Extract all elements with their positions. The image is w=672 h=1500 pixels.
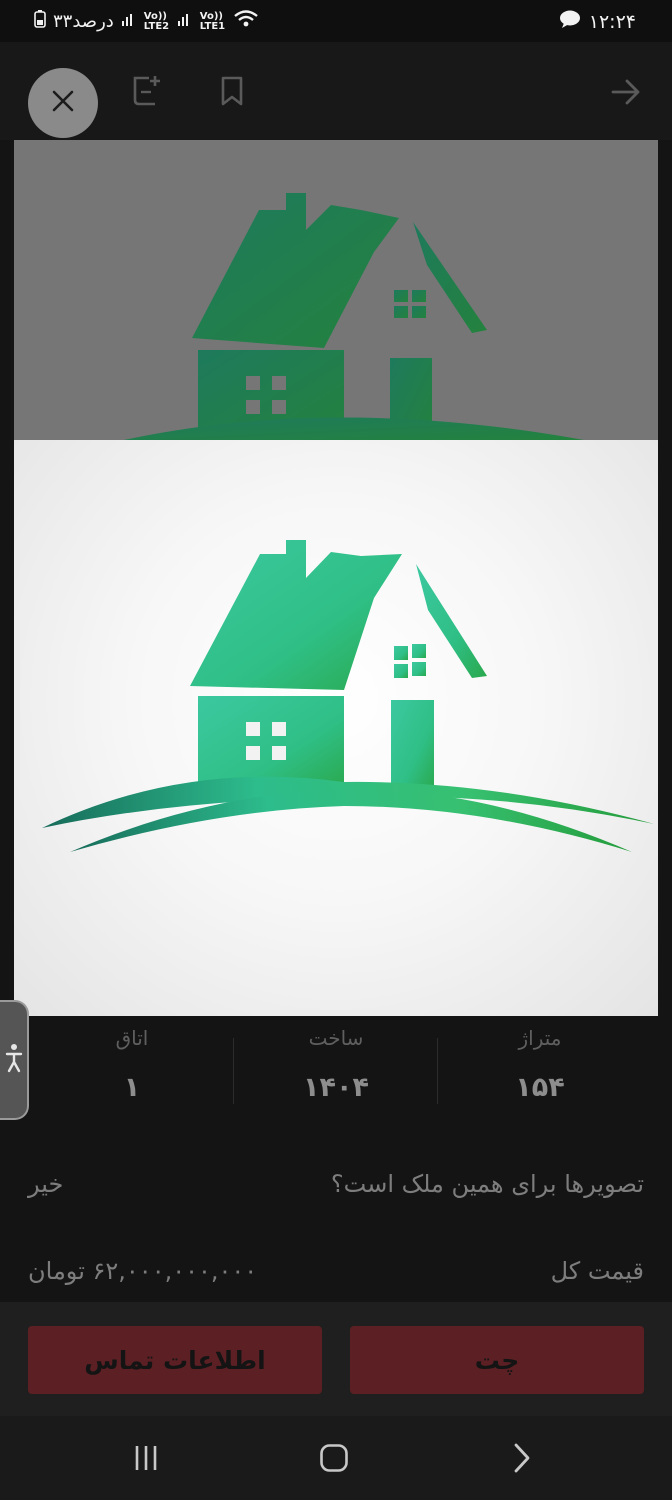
- photos-authentic-row: تصویرها برای همین ملک است؟ خیر: [28, 1170, 644, 1198]
- add-note-icon[interactable]: [128, 70, 164, 110]
- photos-answer-value: خیر: [28, 1170, 64, 1198]
- stat-value: ۱۴۰۴: [303, 1072, 369, 1103]
- battery-text: ۳۳درصد: [53, 11, 114, 32]
- stat-rooms: اتاق ۱: [30, 1016, 234, 1122]
- battery-icon: [34, 10, 46, 33]
- back-button[interactable]: [502, 1440, 542, 1480]
- close-button[interactable]: [28, 68, 98, 138]
- stat-value: ۱: [123, 1072, 141, 1103]
- signal-icon: [177, 11, 193, 32]
- listing-image-dimmed-top: [14, 140, 658, 440]
- stat-label: ساخت: [308, 1026, 364, 1050]
- stat-label: اتاق: [115, 1026, 149, 1050]
- status-left: ۳۳درصد Vo)) LTE2 Vo)) LTE1: [34, 9, 259, 34]
- bookmark-icon[interactable]: [216, 72, 248, 110]
- total-price-value: ۶۲,۰۰۰,۰۰۰,۰۰۰ تومان: [28, 1257, 258, 1285]
- back-arrow-icon[interactable]: [606, 72, 646, 112]
- signal-label-lte1: Vo)) LTE1: [199, 10, 226, 32]
- close-icon: [50, 88, 76, 118]
- stat-build-year: ساخت ۱۴۰۴: [234, 1016, 438, 1122]
- home-icon: [319, 1443, 349, 1477]
- recent-apps-icon: [131, 1444, 161, 1476]
- chevron-right-icon: [511, 1442, 533, 1478]
- system-nav-bar: [0, 1416, 672, 1500]
- stat-value: ۱۵۴: [515, 1072, 565, 1103]
- status-bar: ۳۳درصد Vo)) LTE2 Vo)) LTE1 ۱۲:۲۴: [0, 0, 672, 42]
- stat-label: متراژ: [518, 1026, 562, 1050]
- contact-info-button[interactable]: اطلاعات تماس: [28, 1326, 322, 1394]
- message-icon: [559, 9, 581, 34]
- listing-image-main: [14, 440, 658, 1016]
- property-stats: متراژ ۱۵۴ ساخت ۱۴۰۴ اتاق ۱: [30, 1016, 642, 1122]
- clock-time: ۱۲:۲۴: [588, 10, 636, 33]
- house-logo-dimmed: [124, 193, 584, 440]
- status-right: ۱۲:۲۴: [559, 9, 636, 34]
- recent-apps-button[interactable]: [126, 1440, 166, 1480]
- total-price-label: قیمت کل: [550, 1257, 644, 1285]
- total-price-row: قیمت کل ۶۲,۰۰۰,۰۰۰,۰۰۰ تومان: [28, 1257, 644, 1285]
- stat-area: متراژ ۱۵۴: [438, 1016, 642, 1122]
- signal-label-lte2: Vo)) LTE2: [143, 10, 170, 32]
- wifi-icon: [233, 9, 259, 34]
- action-bar: اطلاعات تماس چت: [0, 1302, 672, 1416]
- listing-image[interactable]: [14, 140, 658, 1016]
- accessibility-icon: [5, 1043, 23, 1077]
- chat-button[interactable]: چت: [350, 1326, 644, 1394]
- house-logo: [42, 540, 654, 852]
- photos-question-label: تصویرها برای همین ملک است؟: [330, 1170, 644, 1198]
- signal-icon: [121, 11, 137, 32]
- home-button[interactable]: [314, 1440, 354, 1480]
- top-bar: [0, 42, 672, 140]
- accessibility-button[interactable]: [0, 1000, 29, 1120]
